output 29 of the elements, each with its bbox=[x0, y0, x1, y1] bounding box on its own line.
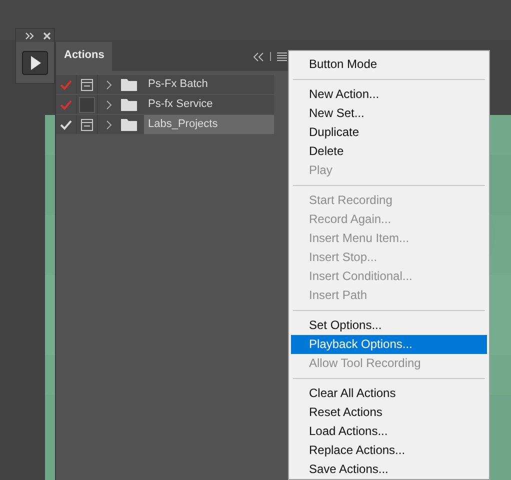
folder-icon bbox=[121, 98, 137, 111]
menu-item[interactable]: Clear All Actions bbox=[291, 384, 487, 403]
menu-item[interactable]: New Action... bbox=[291, 85, 487, 104]
chevron-right-icon[interactable] bbox=[105, 120, 113, 130]
expand-icon[interactable] bbox=[25, 32, 35, 40]
chevron-right-icon[interactable] bbox=[105, 80, 113, 90]
menu-item[interactable]: Load Actions... bbox=[291, 422, 487, 441]
dialog-icon[interactable] bbox=[81, 78, 93, 90]
menu-item[interactable]: Set Options... bbox=[291, 316, 487, 335]
collapse-icon[interactable] bbox=[252, 52, 264, 62]
folder-icon bbox=[121, 118, 137, 131]
chevron-right-icon[interactable] bbox=[105, 100, 113, 110]
dialog-icon[interactable] bbox=[81, 118, 93, 130]
menu-item[interactable]: Reset Actions bbox=[291, 403, 487, 422]
menu-item[interactable]: Playback Options... bbox=[291, 335, 487, 354]
play-button[interactable] bbox=[22, 50, 48, 74]
menu-icon[interactable] bbox=[270, 52, 287, 61]
action-set-name[interactable]: Labs_Projects bbox=[144, 115, 274, 134]
menu-item[interactable]: Replace Actions... bbox=[291, 441, 487, 460]
close-icon[interactable] bbox=[43, 32, 51, 40]
checkmark-icon[interactable] bbox=[60, 100, 72, 110]
folder-icon bbox=[121, 78, 137, 91]
menu-item[interactable]: New Set... bbox=[291, 104, 487, 123]
panel-tab[interactable]: Actions bbox=[56, 42, 112, 71]
checkmark-icon[interactable] bbox=[60, 80, 72, 90]
menu-item[interactable]: Button Mode bbox=[291, 55, 487, 74]
menu-item[interactable]: Save Actions... bbox=[291, 460, 487, 479]
menu-item[interactable]: Delete bbox=[291, 142, 487, 161]
menu-item[interactable]: Duplicate bbox=[291, 123, 487, 142]
